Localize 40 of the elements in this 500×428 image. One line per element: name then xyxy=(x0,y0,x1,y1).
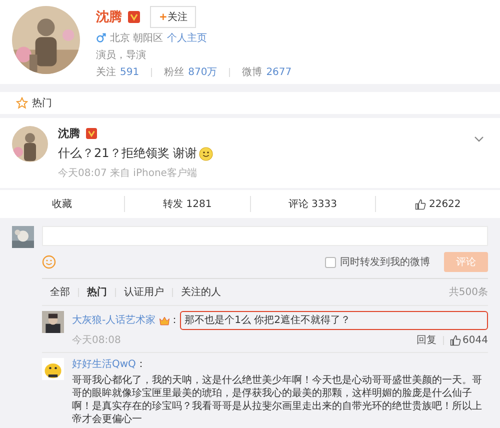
colon-text: ： xyxy=(170,314,180,328)
follow-button[interactable]: +关注 xyxy=(150,6,196,28)
post-meta: 今天08:07 来自 iPhone客户端 xyxy=(58,166,198,180)
chevron-down-icon[interactable] xyxy=(474,136,484,142)
checkbox-label: 同时转发到我的微博 xyxy=(340,256,430,269)
verified-icon xyxy=(128,11,140,23)
action-button[interactable]: 评论 3333 xyxy=(250,190,375,218)
user-name: 沈腾 xyxy=(96,9,122,26)
thumbs-up-icon xyxy=(450,334,461,346)
comment-text: 那不也是个1么 你把2遮住不就得了？ xyxy=(180,311,488,330)
comment-text: 哥哥我心都化了，我的天呐，这是什么绝世美少年啊！今天也是心动哥哥盛世美颜的一天。哥哥的眼眸就像珍宝匣里最美的琥珀，是俘获我心的最美的那颗，这样明媚的脸庞是什么仙子啊！是真实存在的珍宝吗？我看哥哥是从拉斐尔画里走出来的自带光环的绝世贵族吧！所以上帝才会更偏心一 xyxy=(72,374,483,426)
thumbs-up-icon xyxy=(414,198,426,210)
verified-icon xyxy=(86,128,97,139)
repost-checkbox[interactable] xyxy=(325,256,336,268)
filter-tab[interactable]: 认证用户 xyxy=(124,285,164,299)
male-icon xyxy=(96,33,106,43)
section-title: 热门 xyxy=(32,96,52,110)
user-name[interactable]: 沈腾 xyxy=(58,126,80,141)
bio-text: 演员，导演 xyxy=(96,48,147,62)
filter-tab[interactable]: 热门 xyxy=(87,285,107,299)
filter-tab[interactable]: 关注的人 xyxy=(181,285,221,299)
star-icon xyxy=(16,97,28,109)
homepage-link[interactable]: 个人主页 xyxy=(167,31,208,45)
post-text: 什么？21？拒绝领奖 谢谢 xyxy=(58,145,198,162)
action-button[interactable]: 22622 xyxy=(376,190,500,218)
stat-label: 关注 xyxy=(96,66,116,79)
comment-count: 共500条 xyxy=(448,286,488,299)
reply-link[interactable]: 回复 xyxy=(416,333,437,347)
crown-icon xyxy=(158,316,170,326)
action-button[interactable]: 转发 1281 xyxy=(125,190,250,218)
comment-time: 今天08:08 xyxy=(72,334,121,347)
location-text: 北京 朝阳区 xyxy=(110,32,164,45)
filter-tab[interactable]: 全部 xyxy=(50,285,70,299)
like-button[interactable]: 6044 xyxy=(450,334,488,346)
stat-label: 粉丝 xyxy=(164,66,184,79)
colon-text: ： xyxy=(136,358,146,372)
smiley-icon xyxy=(199,146,214,160)
action-button[interactable]: 收藏 xyxy=(0,190,124,218)
smiley-icon[interactable] xyxy=(42,255,56,269)
stat-label: 微博 xyxy=(242,66,262,79)
